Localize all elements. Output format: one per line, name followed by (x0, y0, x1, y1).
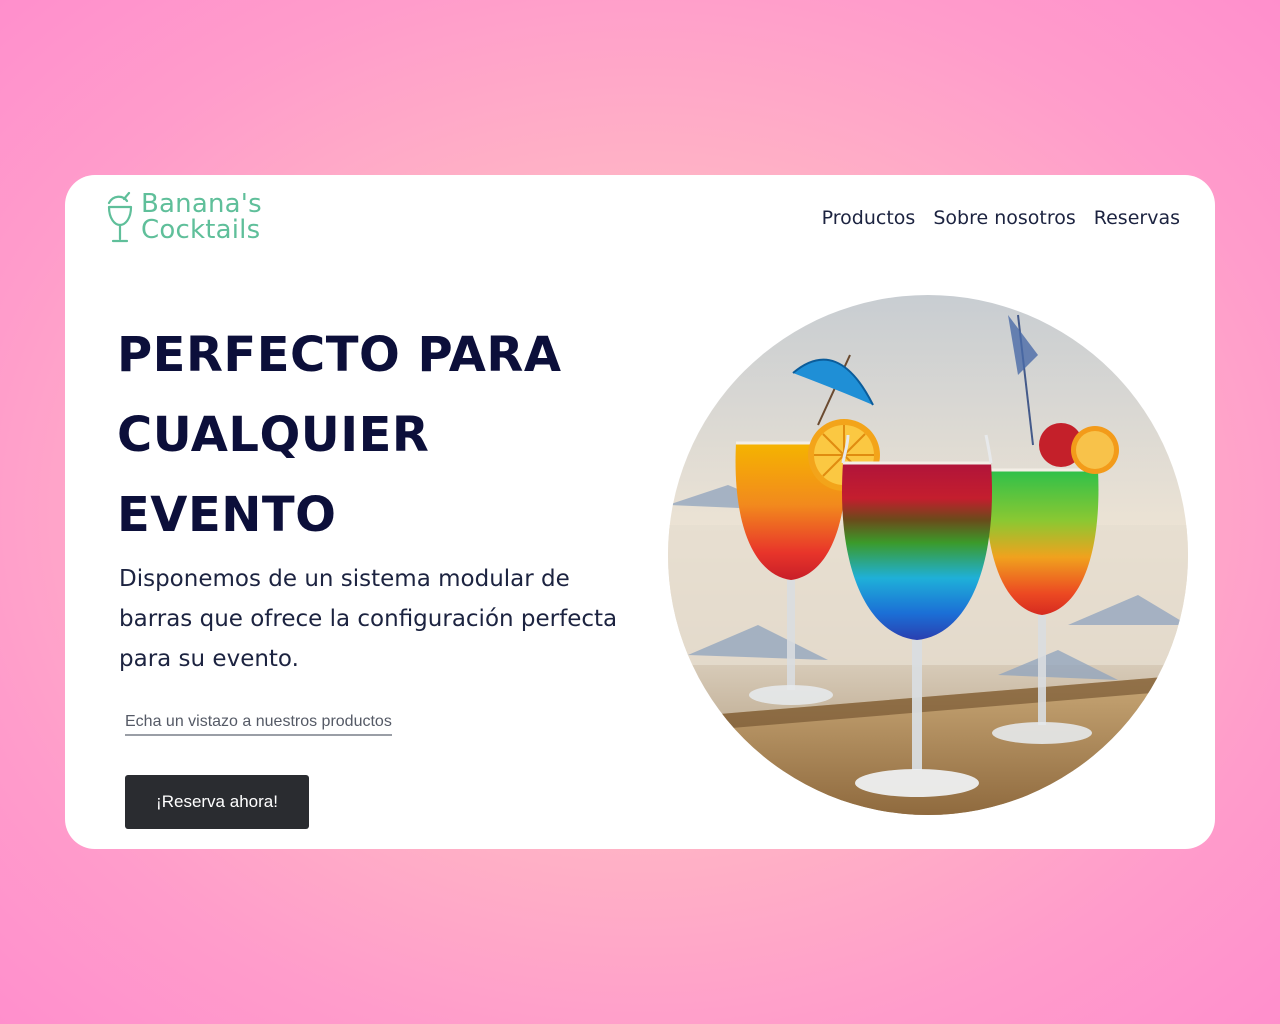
cocktails-illustration (668, 295, 1188, 815)
reserve-now-button[interactable]: ¡Reserva ahora! (125, 775, 309, 829)
cocktails-photo (668, 295, 1188, 815)
cocktail-glass-icon (107, 191, 133, 243)
brand-name-line2: Cocktails (141, 215, 261, 245)
brand-name: Banana's Cocktails (141, 191, 262, 243)
nav-item-sobre-nosotros[interactable]: Sobre nosotros (933, 207, 1075, 229)
products-link[interactable]: Echa un vistazo a nuestros productos (125, 713, 392, 736)
hero-description: Disponemos de un sistema modular de barr… (119, 566, 618, 672)
nav-item-reservas[interactable]: Reservas (1094, 207, 1180, 229)
hero-title: PERFECTO PARA CUALQUIER EVENTO (117, 327, 562, 543)
hero-card: Banana's Cocktails Productos Sobre nosot… (65, 175, 1215, 849)
main-nav: Productos Sobre nosotros Reservas (822, 207, 1180, 229)
brand-name-line1: Banana's (141, 189, 262, 219)
nav-item-productos[interactable]: Productos (822, 207, 916, 229)
brand-logo[interactable]: Banana's Cocktails (105, 189, 262, 245)
